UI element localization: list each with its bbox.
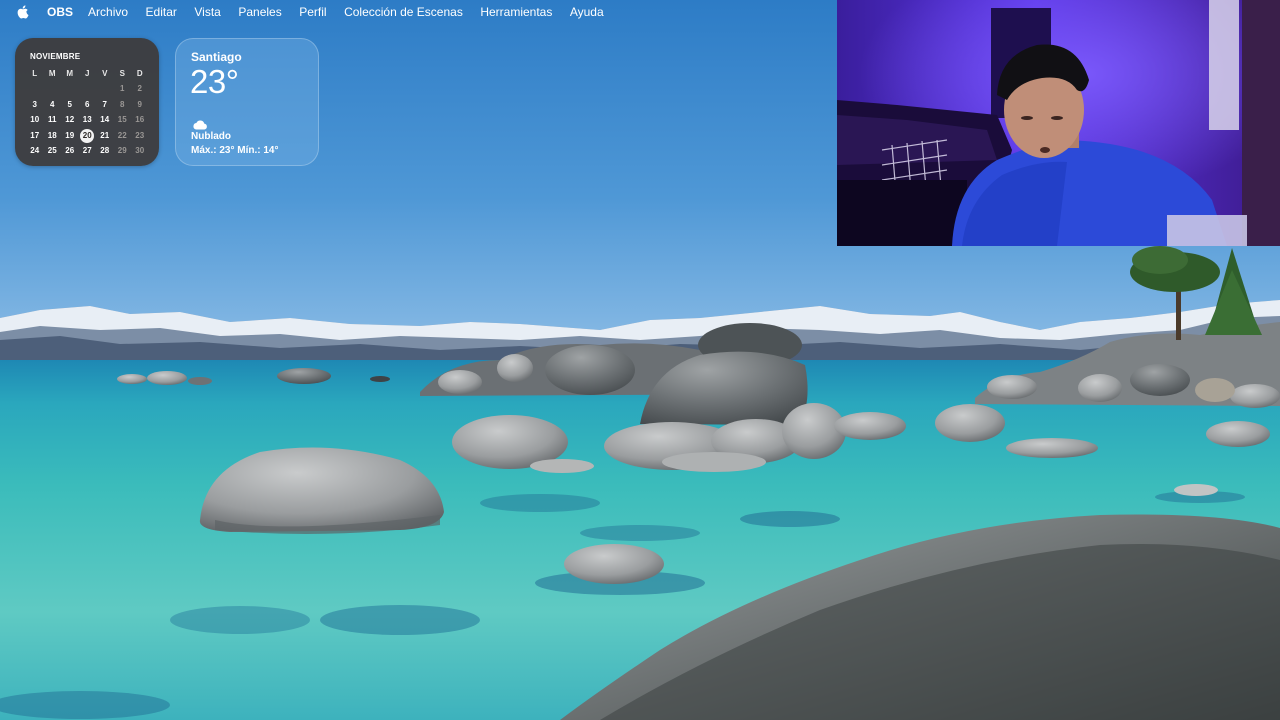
calendar-day: 28 <box>100 145 110 155</box>
calendar-day: 11 <box>48 115 57 125</box>
calendar-day: 8 <box>120 99 125 109</box>
calendar-day: 4 <box>50 99 55 109</box>
calendar-day: 30 <box>135 145 145 155</box>
calendar-day: 14 <box>100 115 110 125</box>
calendar-day <box>26 81 44 96</box>
menu-app-name[interactable]: OBS <box>47 5 73 19</box>
calendar-month: NOVIEMBRE <box>30 52 81 61</box>
calendar-widget[interactable]: NOVIEMBRE L M M J V S D 1 2 3 4 5 6 7 8 … <box>15 38 159 166</box>
calendar-day: 19 <box>65 130 75 140</box>
weather-widget[interactable]: Santiago 23° Nublado Máx.: 23° Mín.: 14° <box>175 38 319 166</box>
calendar-day: 18 <box>47 130 57 140</box>
calendar-day: 2 <box>137 84 142 94</box>
calendar-day: 5 <box>67 99 72 109</box>
calendar-day <box>44 81 62 96</box>
webcam-feed <box>837 0 1280 246</box>
calendar-day: 24 <box>30 145 40 155</box>
weekday-label: J <box>85 69 90 78</box>
menu-herramientas[interactable]: Herramientas <box>480 5 552 19</box>
calendar-day: 12 <box>65 115 75 125</box>
weekday-label: S <box>119 69 125 78</box>
calendar-day: 26 <box>65 145 75 155</box>
calendar-day: 10 <box>30 115 40 125</box>
cloud-icon <box>192 117 208 130</box>
calendar-day: 27 <box>82 145 92 155</box>
weather-condition: Nublado <box>191 131 231 142</box>
calendar-day: 15 <box>117 115 127 125</box>
menu-coleccion-escenas[interactable]: Colección de Escenas <box>344 5 463 19</box>
calendar-day: 22 <box>117 130 127 140</box>
weekday-label: M <box>48 69 56 78</box>
calendar-day-today: 20 <box>79 128 97 143</box>
calendar-day: 17 <box>30 130 40 140</box>
webcam-overlay <box>837 0 1280 246</box>
calendar-day: 3 <box>32 99 37 109</box>
calendar-day: 29 <box>117 145 127 155</box>
calendar-day: 21 <box>100 130 110 140</box>
menu-editar[interactable]: Editar <box>146 5 177 19</box>
menu-paneles[interactable]: Paneles <box>238 5 281 19</box>
weather-temperature: 23° <box>190 63 239 100</box>
calendar-day <box>61 81 79 96</box>
calendar-day: 25 <box>47 145 57 155</box>
calendar-day: 6 <box>85 99 90 109</box>
weekday-label: L <box>32 69 38 78</box>
calendar-day: 9 <box>137 99 142 109</box>
calendar-day <box>96 81 114 96</box>
weekday-label: D <box>136 69 143 78</box>
weather-city: Santiago <box>191 50 242 64</box>
menu-archivo[interactable]: Archivo <box>88 5 128 19</box>
apple-icon[interactable] <box>16 4 30 19</box>
calendar-day: 7 <box>102 99 107 109</box>
calendar-day: 23 <box>135 130 145 140</box>
menu-vista[interactable]: Vista <box>194 5 220 19</box>
calendar-day: 13 <box>82 115 92 125</box>
menu-perfil[interactable]: Perfil <box>299 5 326 19</box>
weekday-label: V <box>102 69 108 78</box>
calendar-grid: L M M J V S D 1 2 3 4 5 6 7 8 9 10 11 12… <box>26 66 152 158</box>
weekday-label: M <box>66 69 74 78</box>
weather-range: Máx.: 23° Mín.: 14° <box>191 145 279 156</box>
calendar-day: 16 <box>135 115 145 125</box>
menu-ayuda[interactable]: Ayuda <box>570 5 604 19</box>
calendar-day <box>79 81 97 96</box>
today-marker: 20 <box>80 128 95 143</box>
calendar-day: 1 <box>120 84 125 94</box>
